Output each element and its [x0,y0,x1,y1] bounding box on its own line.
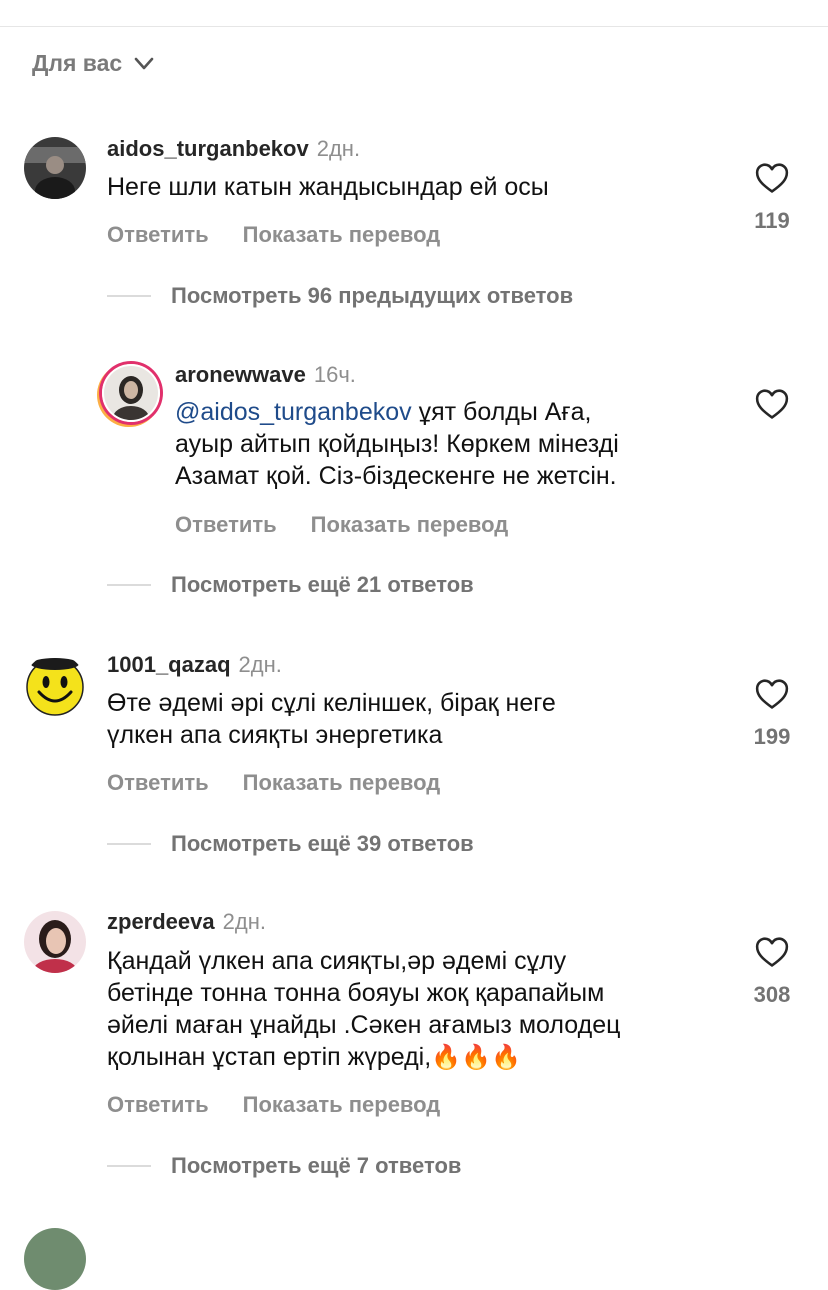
reply-button[interactable]: Ответить [107,1092,209,1118]
heart-icon[interactable] [755,678,789,710]
heart-icon[interactable] [755,162,789,194]
comment-username[interactable]: aidos_turganbekov [107,136,309,162]
heart-icon[interactable] [755,388,789,420]
avatar[interactable] [102,364,160,422]
avatar[interactable] [24,654,86,716]
comment-username[interactable]: aronewwave [175,362,306,388]
like-count: 199 [753,724,791,749]
comment-text: бетінде тонна тонна бояуы жоқ қарапайым [107,979,605,1007]
replies-divider [107,295,151,297]
comment-timestamp: 2дн. [238,652,282,677]
view-replies-button[interactable]: Посмотреть 96 предыдущих ответов [107,283,573,309]
heart-icon[interactable] [755,936,789,968]
reply-button[interactable]: Ответить [107,770,209,796]
avatar[interactable] [24,1228,86,1290]
comment-text: ауыр айтып қойдыңыз! Көркем мінезді [175,430,619,458]
comment-timestamp: 2дн. [222,909,266,934]
mention-link[interactable]: @aidos_turganbekov [175,398,412,426]
comment-text: қолынан ұстап ертіп жүреді, [107,1043,432,1071]
comment-username[interactable]: zperdeeva [107,909,215,935]
comment-text: Неге шли катын жандысындар ей осы [107,173,549,201]
view-replies-button[interactable]: Посмотреть ещё 7 ответов [107,1153,461,1179]
show-translation-button[interactable]: Показать перевод [243,1092,441,1118]
view-replies-label: Посмотреть 96 предыдущих ответов [171,283,574,308]
comment-text: әйелі маған ұнайды .Сәкен ағамыз молодец [107,1011,621,1039]
comment-text: Азамат қой. Сіз-біздескенге не жетсін. [175,462,617,490]
reply-button[interactable]: Ответить [175,512,277,538]
comment-username[interactable]: 1001_qazaq [107,652,231,678]
like-count: 308 [753,982,791,1007]
view-replies-label: Посмотреть ещё 21 ответов [171,572,474,597]
fire-emoji: 🔥🔥🔥 [431,1044,521,1071]
comment-text: үлкен апа сияқты энергетика [107,721,443,749]
comment-text: Қандай үлкен апа сияқты,әр әдемі сұлу [107,947,567,975]
show-translation-button[interactable]: Показать перевод [243,222,441,248]
comment-text: Өте әдемі әрі сұлі келіншек, бірақ неге [107,689,556,717]
view-replies-label: Посмотреть ещё 7 ответов [171,1153,462,1178]
like-count: 119 [754,208,790,233]
avatar[interactable] [24,137,86,199]
comment-text: ұят болды Аға, [418,398,592,426]
replies-divider [107,843,151,845]
show-translation-button[interactable]: Показать перевод [311,512,509,538]
view-replies-button[interactable]: Посмотреть ещё 39 ответов [107,831,474,857]
comment-timestamp: 2дн. [316,136,361,161]
replies-divider [107,1165,151,1167]
replies-divider [107,584,151,586]
comment-timestamp: 16ч. [313,362,356,387]
chevron-down-icon [134,57,154,69]
sort-filter-dropdown[interactable]: Для вас [32,50,154,77]
avatar[interactable] [24,911,86,973]
top-divider [0,26,828,27]
sort-filter-label: Для вас [32,50,123,76]
view-replies-label: Посмотреть ещё 39 ответов [171,831,474,856]
view-replies-button[interactable]: Посмотреть ещё 21 ответов [107,572,474,598]
show-translation-button[interactable]: Показать перевод [243,770,441,796]
reply-button[interactable]: Ответить [107,222,209,248]
